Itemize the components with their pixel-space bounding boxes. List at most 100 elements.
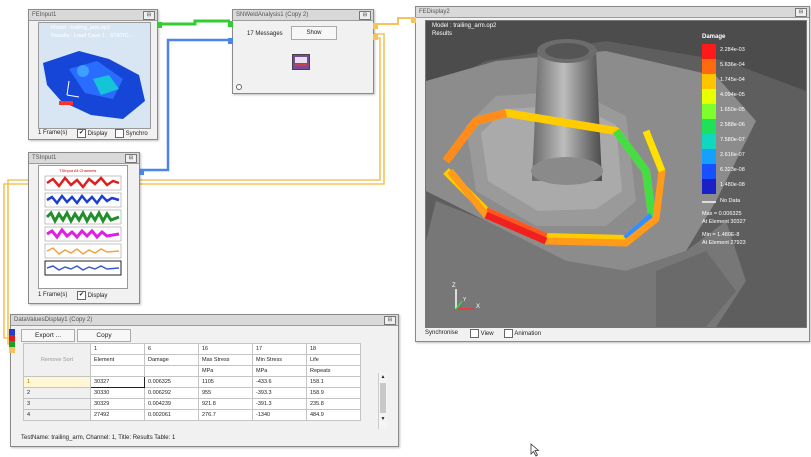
legend-value: 7.580e-07 — [720, 137, 745, 143]
legend-value: 5.636e-04 — [720, 62, 745, 68]
scroll-up-icon[interactable]: ▲ — [379, 373, 387, 381]
copy-button[interactable]: Copy — [77, 329, 131, 342]
legend-value: 2.284e-03 — [720, 47, 745, 53]
wire-fe-to-analysis — [150, 19, 230, 26]
sn-analysis-title[interactable]: SNWeldAnalysis1 (Copy 2) — [233, 10, 373, 21]
output-port-green[interactable] — [157, 22, 162, 28]
view-label: View — [480, 331, 494, 338]
animation-toggle[interactable]: Animation — [504, 329, 541, 338]
ts-input-node[interactable]: TSInput1 ⊟ TSInput All Channels 1 Frame(… — [28, 152, 144, 304]
collapse-icon[interactable]: ⊟ — [143, 11, 155, 20]
table-cell[interactable]: 0.006292 — [144, 387, 199, 399]
fe-input-synchro-toggle[interactable]: Synchro — [115, 129, 148, 138]
input-port-orange[interactable] — [411, 17, 416, 23]
input-port-blue[interactable] — [228, 38, 233, 44]
fe-display-node[interactable]: FEDisplay2 ⊟ Model: trailing_arm.op2 Re… — [411, 6, 810, 342]
table-cell[interactable]: -433.6 — [252, 376, 307, 388]
input-port-stack[interactable] — [9, 329, 15, 355]
ts-input-title[interactable]: TSInput1 — [29, 153, 139, 164]
column-header[interactable]: Min Stress — [252, 354, 307, 366]
fe-input-results-label: Results : Load Case 1 : STATIC... — [51, 33, 134, 39]
fe-model-thumbnail: Model : trailing_arm.op2 Results : Load … — [38, 22, 151, 129]
remove-sort-button[interactable]: Remove Sort — [23, 343, 91, 377]
row-number: 3 — [23, 398, 91, 410]
output-port-orange[interactable] — [373, 23, 378, 29]
ts-input-frames: 1 Frame(s) — [38, 292, 68, 298]
table-row[interactable]: 3 30329 0.004239 921.8 -391.3 235.8 — [23, 398, 361, 410]
collapse-icon[interactable]: ⊟ — [359, 11, 371, 20]
legend-value: 1.480e-08 — [720, 182, 745, 188]
column-header[interactable]: Max Stress — [198, 354, 253, 366]
table-cell[interactable]: 0.002061 — [144, 409, 199, 421]
max-element: At Element 30327 — [702, 219, 746, 225]
table-row[interactable]: 1 30327 0.006325 1105 -433.6 158.1 — [23, 376, 361, 388]
table-cell[interactable]: 0.006325 — [144, 376, 199, 388]
table-row[interactable]: 4 27492 0.002061 276.7 -1340 484.9 — [23, 409, 361, 421]
display-label: Display — [87, 293, 108, 300]
sn-analysis-node[interactable]: SNWeldAnalysis1 (Copy 2) ⊟ 17 Messages S… — [228, 9, 378, 94]
fe-input-display-toggle[interactable]: ✔ Display — [77, 129, 107, 138]
table-cell[interactable]: 921.8 — [198, 398, 253, 410]
table-cell[interactable]: 1105 — [198, 376, 253, 388]
table-row[interactable]: 2 30330 0.006292 955 -393.3 158.9 — [23, 387, 361, 399]
table-cell[interactable]: 30329 — [90, 398, 145, 410]
input-port-green[interactable] — [228, 21, 233, 27]
legend-value: 4.094e-05 — [720, 92, 745, 98]
table-cell[interactable]: -1340 — [252, 409, 307, 421]
view-checkbox[interactable] — [470, 329, 479, 338]
ts-plot-thumbnail: TSInput All Channels — [38, 165, 128, 289]
column-number: 17 — [252, 343, 307, 355]
min-value: Min = 1.480E-8 — [702, 232, 740, 238]
synchro-label: Synchro — [125, 131, 148, 138]
collapse-icon[interactable]: ⊟ — [384, 316, 396, 325]
fe-input-node[interactable]: FEInput1 ⊟ Model : trailing_arm.op2 Resu… — [28, 9, 162, 140]
display-checkbox[interactable]: ✔ — [77, 291, 86, 300]
table-cell[interactable]: 158.9 — [306, 387, 361, 399]
table-cell[interactable]: 0.004239 — [144, 398, 199, 410]
table-cell[interactable]: 30330 — [90, 387, 145, 399]
data-values-node[interactable]: DataValuesDisplay1 (Copy 2) ⊟ Export ...… — [9, 314, 399, 447]
scroll-down-icon[interactable]: ▼ — [379, 415, 387, 423]
ts-plot-title: TSInput All Channels — [59, 168, 97, 173]
no-data-swatch — [702, 201, 716, 203]
row-number: 4 — [23, 409, 91, 421]
table-cell[interactable]: 484.9 — [306, 409, 361, 421]
table-cell[interactable]: -393.3 — [252, 387, 307, 399]
synchro-checkbox[interactable] — [115, 129, 124, 138]
table-cell[interactable]: 30327 — [90, 376, 145, 388]
column-header[interactable]: Element — [90, 354, 145, 366]
scroll-thumb[interactable] — [380, 383, 386, 413]
axis-y-label: Y — [463, 297, 467, 303]
legend-value: 6.323e-08 — [720, 167, 745, 173]
messages-count: 17 Messages — [247, 31, 283, 37]
ts-channel-traces — [44, 175, 122, 276]
animation-checkbox[interactable] — [504, 329, 513, 338]
table-footer: TestName: trailing_arm, Channel: 1, Titl… — [21, 435, 176, 441]
table-cell[interactable]: 27492 — [90, 409, 145, 421]
table-cell[interactable]: 955 — [198, 387, 253, 399]
ts-input-display-toggle[interactable]: ✔ Display — [77, 291, 107, 300]
column-header[interactable]: Damage — [144, 354, 199, 366]
fe-3d-viewport[interactable]: Model : trailing_arm.op2 Results Damage … — [425, 20, 807, 328]
export-button[interactable]: Export ... — [21, 329, 75, 342]
display-label: Display — [87, 131, 108, 138]
fe-input-model-label: Model : trailing_arm.op2 — [51, 25, 111, 31]
fe-input-title[interactable]: FEInput1 — [29, 10, 157, 21]
fe-display-title[interactable]: FEDisplay2 — [416, 7, 809, 18]
output-port-blue[interactable] — [139, 169, 144, 175]
collapse-icon[interactable]: ⊟ — [125, 154, 137, 163]
table-cell[interactable]: 158.1 — [306, 376, 361, 388]
view-toggle[interactable]: View — [470, 329, 494, 338]
data-values-title[interactable]: DataValuesDisplay1 (Copy 2) — [11, 315, 398, 326]
output-port-orange-2[interactable] — [373, 34, 378, 40]
collapse-icon[interactable]: ⊟ — [795, 8, 807, 17]
legend-value: 2.588e-06 — [720, 122, 745, 128]
display-checkbox[interactable]: ✔ — [77, 129, 86, 138]
synchronise-label: Synchronise — [425, 330, 459, 336]
table-cell[interactable]: -391.3 — [252, 398, 307, 410]
table-scrollbar[interactable]: ▲ ▼ — [378, 373, 387, 429]
show-messages-button[interactable]: Show — [291, 26, 337, 40]
table-cell[interactable]: 235.8 — [306, 398, 361, 410]
column-header[interactable]: Life — [306, 354, 361, 366]
table-cell[interactable]: 276.7 — [198, 409, 253, 421]
